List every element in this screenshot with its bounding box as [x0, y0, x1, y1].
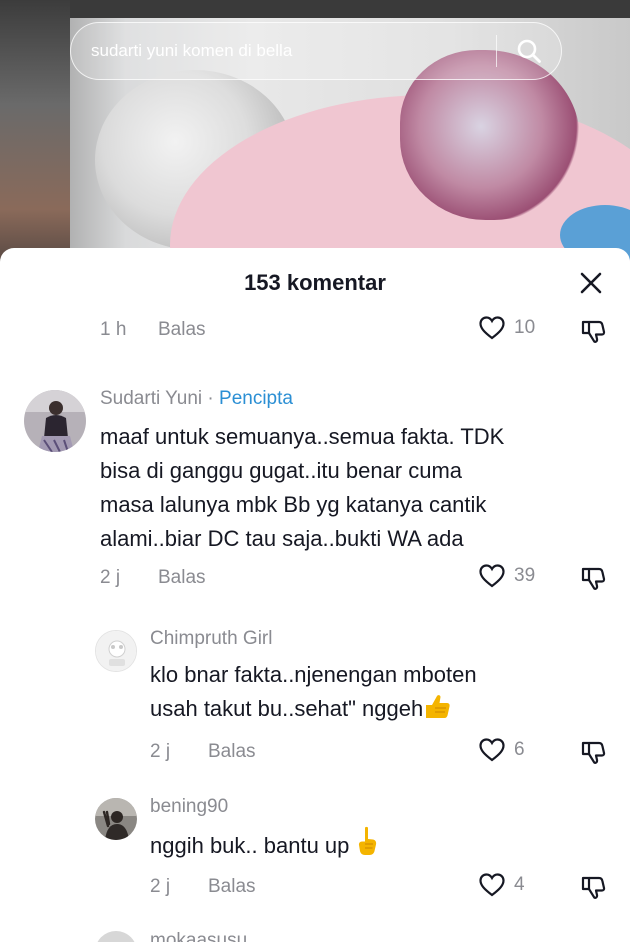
like-count: 10: [514, 317, 536, 338]
thumbs-down-icon: [581, 320, 606, 343]
thumbs-down-icon: [581, 567, 606, 590]
comment-time: 2 j: [100, 567, 121, 588]
comment-line: maaf untuk semuanya..semua fakta. TDK: [100, 424, 505, 449]
comment-text: maaf untuk semuanya..semua fakta. TDK bi…: [100, 420, 504, 556]
search-bar[interactable]: sudarti yuni komen di bella: [70, 22, 562, 80]
dislike-button[interactable]: [578, 563, 608, 593]
heart-icon: [479, 873, 505, 897]
thumbs-down-icon: [581, 876, 606, 899]
comment-meta-row: 2 j Balas: [150, 737, 256, 767]
pointing-up-emoji-icon: [358, 826, 376, 855]
heart-icon: [479, 316, 505, 340]
search-button[interactable]: [497, 22, 561, 80]
comment-author[interactable]: Sudarti Yuni: [100, 388, 202, 409]
comment-line: bisa di ganggu gugat..itu benar cuma: [100, 458, 463, 483]
author-separator: ·: [207, 388, 214, 409]
comment-line: nggih buk.. bantu up: [150, 826, 378, 863]
avatar[interactable]: [95, 630, 137, 672]
search-icon: [517, 39, 541, 63]
comment-line: masa lalunya mbk Bb yg katanya cantik: [100, 492, 487, 517]
comment-author[interactable]: bening90: [150, 796, 228, 818]
comment-line: usah takut bu..sehat" nggeh: [150, 692, 477, 726]
creator-badge: Pencipta: [219, 388, 293, 409]
like-button[interactable]: 6: [478, 737, 525, 763]
reply-button[interactable]: Balas: [158, 567, 206, 589]
like-count: 6: [514, 739, 525, 760]
dislike-button[interactable]: [578, 872, 608, 902]
panel-header: 153 komentar: [0, 248, 630, 320]
close-icon: [580, 272, 602, 294]
comment-time: 1 h: [100, 319, 127, 340]
comment-meta-row: 2 j Balas: [150, 872, 256, 902]
comment-text: nggih buk.. bantu up: [150, 826, 378, 863]
comment-text: klo bnar fakta..njenengan mboten usah ta…: [150, 658, 477, 726]
heart-icon: [479, 564, 505, 588]
avatar-image: [96, 631, 136, 671]
like-button[interactable]: 39: [478, 563, 535, 589]
comment-line: alami..biar DC tau saja..bukti WA ada: [100, 526, 464, 551]
comment-time: 2 j: [150, 876, 171, 897]
thumbs-down-icon: [581, 741, 606, 764]
reply-button[interactable]: Balas: [158, 319, 206, 341]
avatar[interactable]: [95, 931, 137, 942]
close-button[interactable]: [574, 266, 608, 300]
avatar-image: [95, 798, 137, 840]
comment-meta-row: 2 j Balas: [100, 563, 206, 593]
comment-author[interactable]: mokaasusu: [150, 930, 247, 942]
comment-author[interactable]: Chimpruth Girl: [150, 628, 272, 650]
dislike-button[interactable]: [578, 737, 608, 767]
like-button[interactable]: 4: [478, 872, 525, 898]
dislike-button[interactable]: [578, 316, 608, 346]
comment-line: klo bnar fakta..njenengan mboten: [150, 662, 477, 687]
avatar[interactable]: [95, 798, 137, 840]
reply-button[interactable]: Balas: [208, 741, 256, 763]
thumbs-up-emoji-icon: [426, 695, 450, 718]
reply-button[interactable]: Balas: [208, 876, 256, 898]
comment-time: 2 j: [150, 741, 171, 762]
comment-count-title: 153 komentar: [244, 270, 386, 295]
comments-panel: 153 komentar 1 h Balas 10 Sudarti Yuni ·…: [0, 248, 630, 942]
like-count: 4: [514, 874, 525, 895]
like-button[interactable]: 10: [478, 315, 535, 341]
like-count: 39: [514, 565, 536, 586]
avatar-image: [24, 390, 86, 452]
comment-author-row: Sudarti Yuni · Pencipta: [100, 388, 293, 410]
search-input[interactable]: sudarti yuni komen di bella: [71, 41, 496, 61]
avatar[interactable]: [24, 390, 86, 452]
heart-icon: [479, 738, 505, 762]
comment-meta-row: 1 h Balas: [100, 315, 206, 345]
